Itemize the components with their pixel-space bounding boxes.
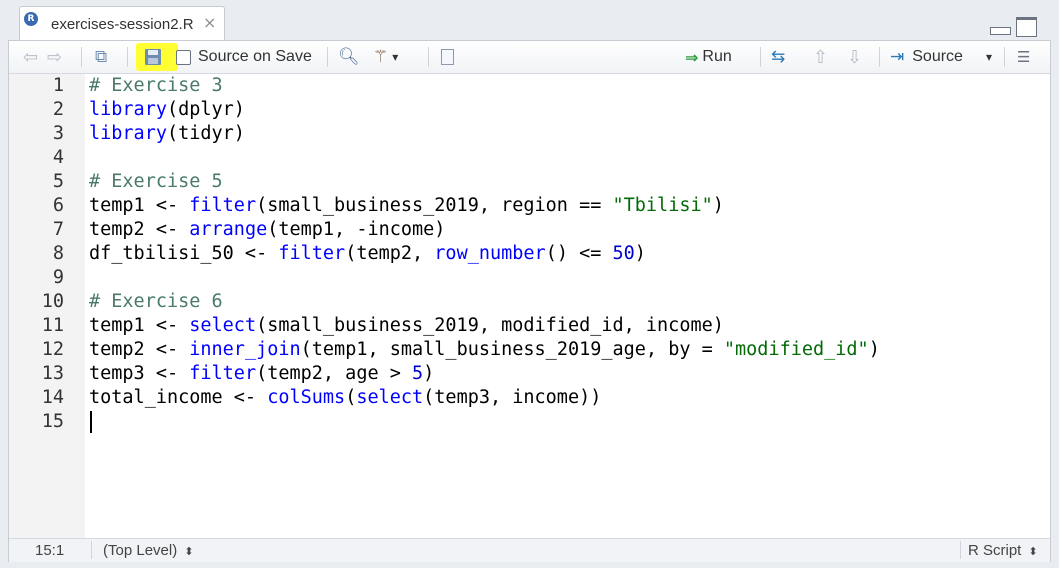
line-number: 6 [52, 195, 64, 216]
forward-arrow-icon: ⇨ [47, 46, 63, 68]
line-number: 13 [41, 363, 64, 384]
r-file-icon: R [24, 12, 38, 26]
line-number: 7 [52, 219, 64, 240]
code-editor[interactable]: # Exercise 3 library(dplyr) library(tidy… [89, 74, 1044, 538]
code-tools-button[interactable]: ⚚ ▾ [373, 41, 398, 73]
show-in-new-window-button[interactable]: ⧉ [95, 41, 107, 73]
tab-label: exercises-session2.R [51, 16, 194, 33]
line-number: 14 [41, 387, 64, 408]
minimize-pane-icon[interactable] [990, 27, 1011, 35]
run-arrow-icon: ⇒ [685, 47, 699, 67]
code-line[interactable]: # Exercise 6 [89, 290, 223, 314]
updown-arrows-icon: ⬍ [1028, 546, 1038, 558]
back-arrow-icon: ⇦ [23, 46, 39, 68]
compile-report-button[interactable] [441, 41, 454, 73]
editor-toolbar: ⇦ ⇨ ⧉ Source on Save 🔍︎ ⚚ ▾ ⇒ Run ⇆ ⇧ ⇩ … [9, 41, 1050, 74]
close-icon[interactable]: × [203, 13, 216, 32]
chevron-down-icon: ▾ [392, 50, 399, 64]
scope-selector[interactable]: (Top Level) ⬍ [103, 542, 194, 559]
line-number-gutter: 1 2 3 4 5 6 7 8 9 10 11 12 13 14 15 [9, 74, 85, 538]
find-replace-button[interactable]: 🔍︎ [338, 41, 360, 73]
line-number: 15 [41, 411, 64, 432]
code-line[interactable]: temp1 <- select(small_business_2019, mod… [89, 314, 724, 338]
go-to-previous-section-button[interactable]: ⇧ [813, 41, 828, 73]
cursor-position: 15:1 [35, 542, 65, 559]
back-button[interactable]: ⇦ [23, 41, 38, 73]
line-number: 11 [41, 315, 64, 336]
save-icon[interactable] [145, 49, 161, 65]
rerun-button[interactable]: ⇆ [771, 41, 785, 73]
tab-strip: R exercises-session2.R × [0, 0, 1059, 40]
code-line[interactable]: temp1 <- filter(small_business_2019, reg… [89, 194, 724, 218]
editor-pane: ⇦ ⇨ ⧉ Source on Save 🔍︎ ⚚ ▾ ⇒ Run ⇆ ⇧ ⇩ … [8, 40, 1051, 562]
source-on-save-checkbox[interactable] [176, 50, 191, 65]
source-button[interactable]: ⇥ Source [890, 41, 963, 73]
down-arrow-icon: ⇩ [847, 46, 863, 68]
code-line[interactable]: df_tbilisi_50 <- filter(temp2, row_numbe… [89, 242, 646, 266]
outline-icon: ☰ [1017, 48, 1031, 66]
text-cursor [90, 411, 92, 433]
updown-arrows-icon: ⬍ [184, 546, 194, 558]
document-outline-button[interactable]: ☰ [1017, 41, 1030, 73]
code-line[interactable]: library(tidyr) [89, 122, 245, 146]
run-button[interactable]: ⇒ Run [685, 41, 732, 73]
new-window-icon: ⧉ [95, 47, 108, 67]
source-dropdown-button[interactable]: ▾ [986, 41, 992, 73]
up-arrow-icon: ⇧ [813, 46, 829, 68]
search-icon: 🔍︎ [338, 47, 360, 67]
source-icon: ⇥ [890, 47, 905, 67]
rerun-icon: ⇆ [771, 47, 786, 67]
chevron-down-icon: ▾ [986, 50, 993, 64]
file-type-selector[interactable]: R Script ⬍ [968, 542, 1038, 559]
tab-exercises-session2[interactable]: R exercises-session2.R × [19, 6, 225, 40]
status-bar: 15:1 (Top Level) ⬍ R Script ⬍ [9, 538, 1050, 562]
line-number: 1 [52, 75, 64, 96]
go-to-next-section-button[interactable]: ⇩ [847, 41, 862, 73]
code-line[interactable]: # Exercise 5 [89, 170, 223, 194]
code-line[interactable]: temp2 <- arrange(temp1, -income) [89, 218, 445, 242]
line-number: 10 [41, 291, 64, 312]
line-number: 9 [52, 267, 64, 288]
code-line[interactable]: total_income <- colSums(select(temp3, in… [89, 386, 601, 410]
code-line[interactable]: temp3 <- filter(temp2, age > 5) [89, 362, 434, 386]
code-line[interactable]: # Exercise 3 [89, 74, 223, 98]
line-number: 3 [52, 123, 64, 144]
magic-wand-icon: ⚚ [373, 47, 389, 67]
line-number: 4 [52, 147, 64, 168]
forward-button[interactable]: ⇨ [47, 41, 62, 73]
maximize-pane-icon[interactable] [1016, 17, 1037, 37]
code-line[interactable]: temp2 <- inner_join(temp1, small_busines… [89, 338, 880, 362]
line-number: 2 [52, 99, 64, 120]
source-on-save-label[interactable]: Source on Save [198, 41, 312, 73]
line-number: 5 [52, 171, 64, 192]
line-number: 8 [52, 243, 64, 264]
code-line[interactable]: library(dplyr) [89, 98, 245, 122]
line-number: 12 [41, 339, 64, 360]
notebook-icon [441, 49, 454, 65]
